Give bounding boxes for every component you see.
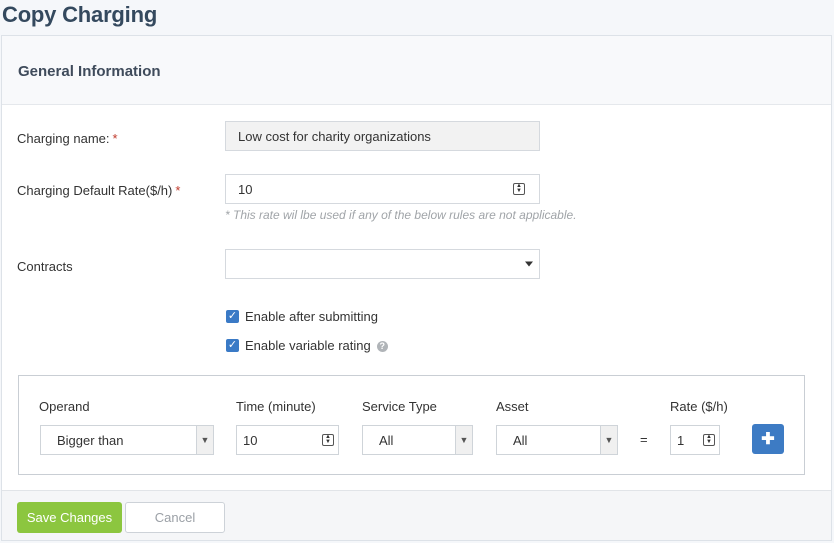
asset-select[interactable]: All ▼ [496, 425, 618, 455]
rate-value: 1 [677, 432, 685, 448]
time-value: 10 [243, 432, 258, 448]
number-spinner-icon[interactable]: ▲ ▼ [513, 183, 525, 195]
asset-value: All [513, 432, 528, 448]
operand-header: Operand [39, 399, 90, 414]
operand-value: Bigger than [57, 432, 124, 448]
cancel-button[interactable]: Cancel [125, 502, 225, 533]
save-changes-button[interactable]: Save Changes [17, 502, 122, 533]
required-marker: * [175, 183, 181, 198]
charging-name-value: Low cost for charity organizations [238, 128, 431, 144]
operand-select[interactable]: Bigger than ▼ [40, 425, 214, 455]
default-rate-input[interactable]: 10 ▲ ▼ [225, 174, 540, 204]
section-header: General Information [2, 36, 831, 105]
chevron-down-icon [525, 261, 533, 267]
page-title: Copy Charging [2, 2, 158, 27]
number-spinner-icon[interactable]: ▲ ▼ [322, 434, 334, 446]
charging-form-card: General Information Charging name: * Low … [1, 35, 832, 541]
asset-header: Asset [496, 399, 529, 414]
variable-rating-rules: Operand Time (minute) Service Type Asset… [18, 375, 805, 475]
service-type-header: Service Type [362, 399, 437, 414]
default-rate-label: Charging Default Rate($/h) * [17, 183, 181, 198]
required-marker: * [112, 131, 118, 146]
charging-name-label: Charging name: * [17, 131, 118, 146]
enable-after-submitting-label: Enable after submitting [245, 309, 378, 324]
section-title: General Information [18, 63, 161, 80]
chevron-down-icon: ▼ [600, 426, 617, 454]
rate-header: Rate ($/h) [670, 399, 728, 414]
service-type-value: All [379, 432, 394, 448]
number-spinner-icon[interactable]: ▲ ▼ [703, 434, 715, 446]
default-rate-hint: * This rate wil lbe used if any of the b… [225, 208, 577, 222]
enable-variable-rating-label: Enable variable rating? [245, 338, 388, 353]
contracts-label: Contracts [17, 259, 73, 274]
equals-sign: = [640, 432, 648, 447]
plus-icon: ✚ [761, 431, 775, 448]
rate-input[interactable]: 1 ▲ ▼ [670, 425, 720, 455]
chevron-down-icon: ▼ [196, 426, 213, 454]
contracts-select[interactable] [225, 249, 540, 279]
chevron-down-icon: ▼ [455, 426, 472, 454]
form-footer: Save Changes Cancel [2, 490, 831, 540]
add-rule-button[interactable]: ✚ [752, 424, 784, 454]
service-type-select[interactable]: All ▼ [362, 425, 473, 455]
default-rate-value: 10 [238, 181, 253, 197]
time-header: Time (minute) [236, 399, 316, 414]
enable-variable-rating-checkbox[interactable]: ✓ [226, 339, 239, 352]
question-icon[interactable]: ? [376, 341, 388, 353]
time-input[interactable]: 10 ▲ ▼ [236, 425, 339, 455]
charging-name-input[interactable]: Low cost for charity organizations [225, 121, 540, 151]
enable-after-submitting-checkbox[interactable]: ✓ [226, 310, 239, 323]
